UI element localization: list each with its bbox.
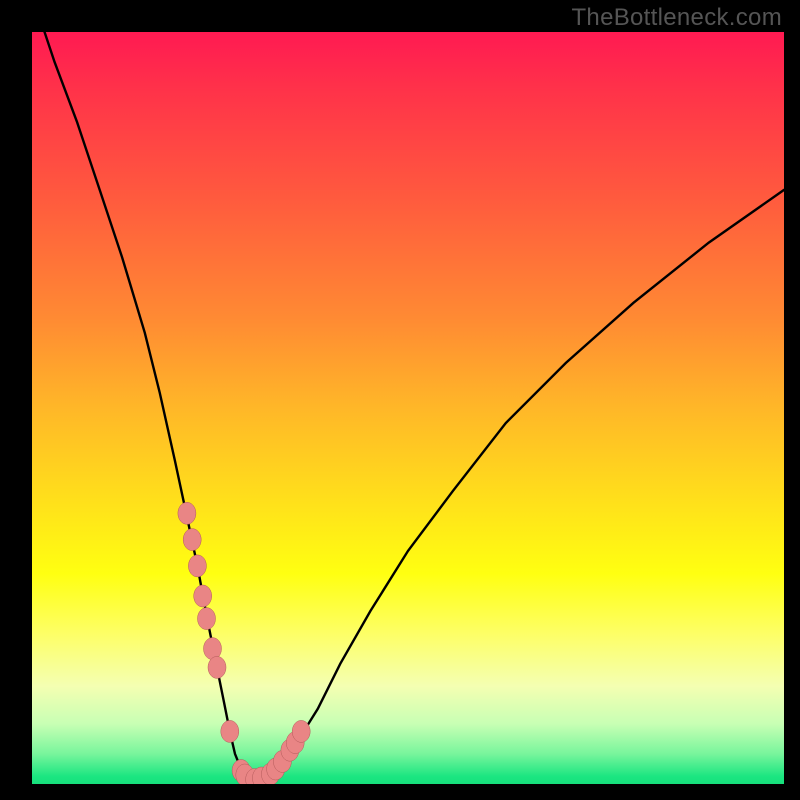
- data-marker: [292, 720, 310, 742]
- data-marker: [194, 585, 212, 607]
- data-marker: [221, 720, 239, 742]
- data-marker: [204, 638, 222, 660]
- chart-stage: TheBottleneck.com: [0, 0, 800, 800]
- data-marker: [183, 529, 201, 551]
- watermark-text: TheBottleneck.com: [571, 4, 782, 32]
- data-marker: [188, 555, 206, 577]
- data-marker: [178, 502, 196, 524]
- data-marker: [198, 608, 216, 630]
- data-markers: [32, 32, 784, 784]
- plot-area: [32, 32, 784, 784]
- data-marker: [208, 656, 226, 678]
